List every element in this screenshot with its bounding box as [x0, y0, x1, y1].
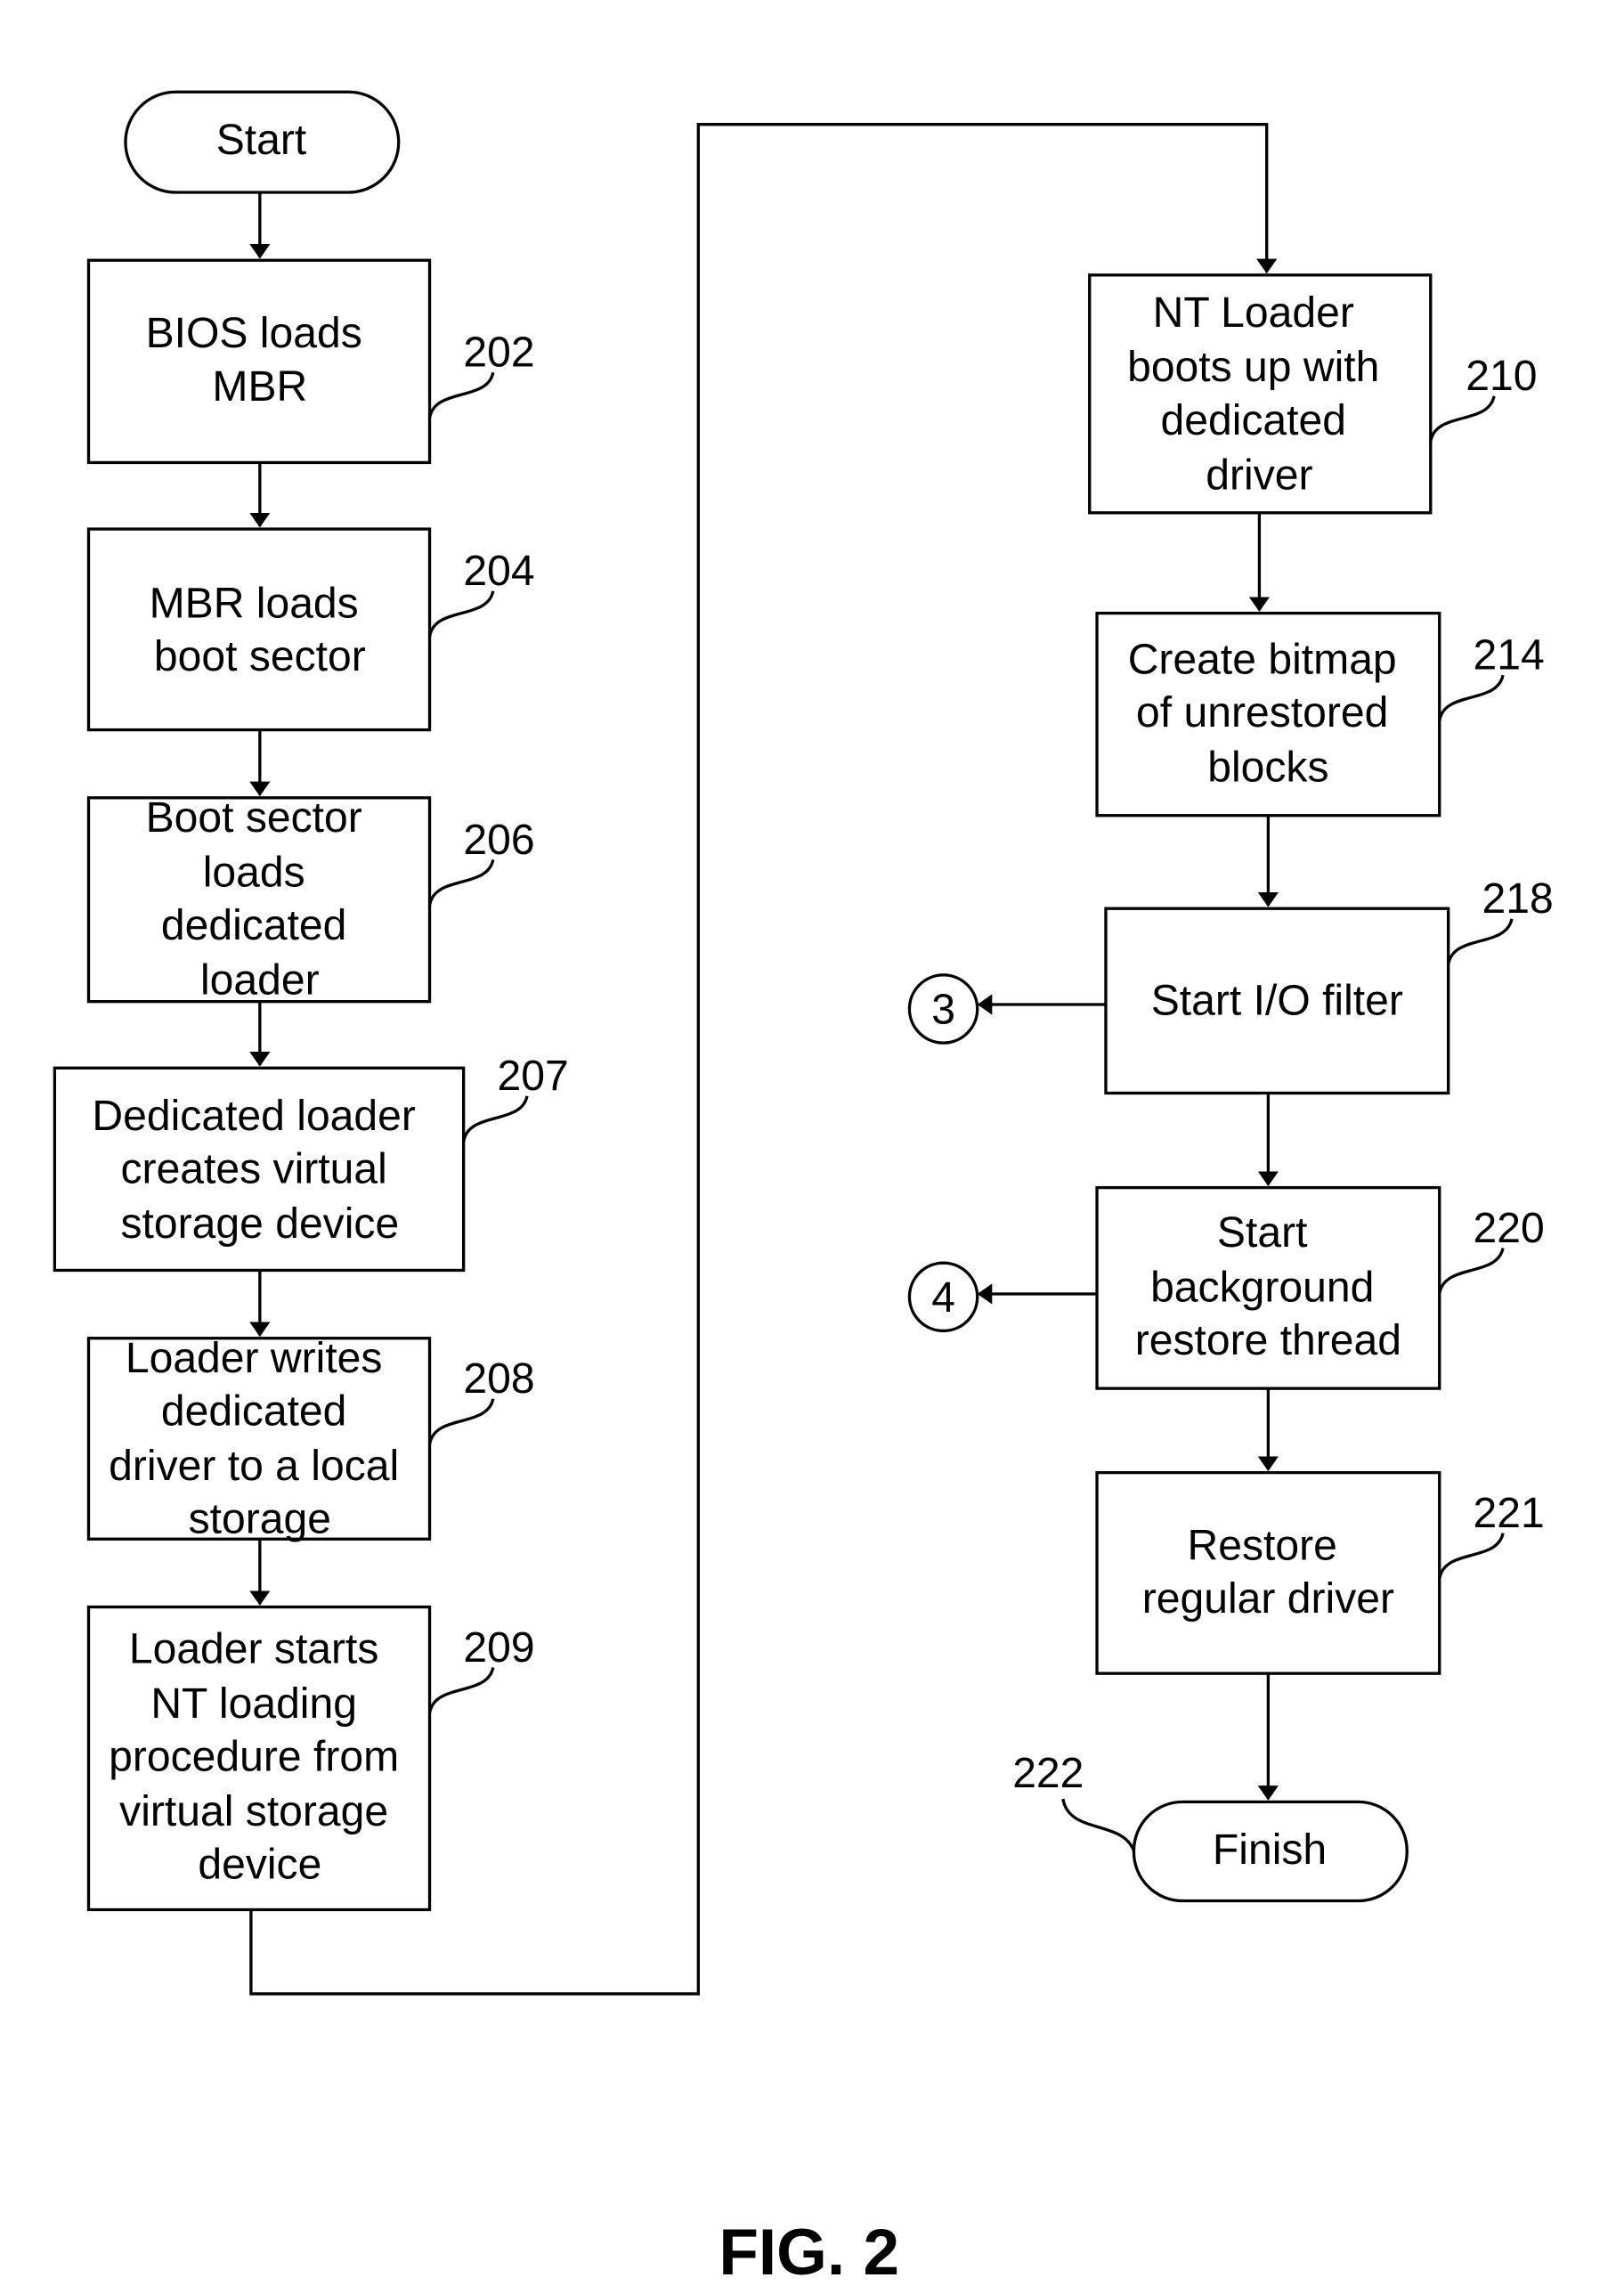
- step-218-text: Start I/O filter: [1151, 977, 1403, 1025]
- ref-210: 210: [1466, 352, 1537, 400]
- step-204: MBR loads boot sector 204: [86, 527, 535, 732]
- step-210: NT Loader boots up with dedicated driver…: [1088, 273, 1537, 515]
- ref-208: 208: [463, 1354, 534, 1403]
- ref-202: 202: [463, 329, 534, 377]
- step-207: Dedicated loader creates virtual storage…: [53, 1052, 569, 1273]
- flowchart: Start BIOS loads MBR 202 MBR loads boot …: [53, 90, 1554, 2289]
- leader-214: [1438, 674, 1505, 721]
- connector-3-label: 3: [931, 986, 955, 1034]
- ref-214: 214: [1474, 631, 1545, 679]
- finish-label: Finish: [1213, 1826, 1327, 1874]
- ref-209: 209: [463, 1623, 534, 1672]
- step-214: Create bitmap of unrestored blocks 214: [1095, 611, 1545, 818]
- step-207-text: Dedicated loader creates virtual storage…: [92, 1092, 427, 1248]
- leader-210: [1429, 395, 1496, 443]
- leader-207: [462, 1095, 529, 1143]
- step-218: Start I/O filter 218: [1104, 874, 1554, 1095]
- step-209: Loader starts NT loading procedure from …: [86, 1605, 535, 1912]
- ref-206: 206: [463, 816, 534, 864]
- step-220: Start background restore thread 220: [1095, 1185, 1545, 1390]
- ref-222: 222: [1012, 1749, 1084, 1797]
- ref-221: 221: [1474, 1489, 1545, 1537]
- leader-206: [427, 859, 495, 907]
- leader-220: [1438, 1248, 1505, 1295]
- leader-202: [427, 371, 495, 419]
- leader-209: [427, 1667, 495, 1714]
- finish-terminal: Finish 222: [1012, 1749, 1409, 1903]
- ref-218: 218: [1482, 874, 1554, 923]
- connector-4: 4: [907, 1261, 979, 1333]
- leader-221: [1438, 1533, 1505, 1580]
- ref-204: 204: [463, 547, 534, 595]
- start-label: Start: [216, 116, 307, 164]
- start-terminal: Start: [124, 90, 401, 194]
- step-208: Loader writes dedicated driver to a loca…: [86, 1334, 535, 1543]
- leader-208: [427, 1398, 495, 1445]
- ref-207: 207: [497, 1052, 568, 1100]
- leader-222: [1061, 1798, 1136, 1851]
- connector-3: 3: [907, 973, 979, 1045]
- step-221: Restore regular driver 221: [1095, 1470, 1545, 1675]
- figure-title: FIG. 2: [719, 2217, 899, 2289]
- leader-204: [427, 590, 495, 638]
- step-202: BIOS loads MBR 202: [86, 258, 535, 465]
- step-206: Boot sector loads dedicated loader 206: [86, 793, 535, 1004]
- leader-218: [1447, 918, 1514, 965]
- ref-220: 220: [1474, 1204, 1545, 1252]
- connector-4-label: 4: [931, 1273, 955, 1322]
